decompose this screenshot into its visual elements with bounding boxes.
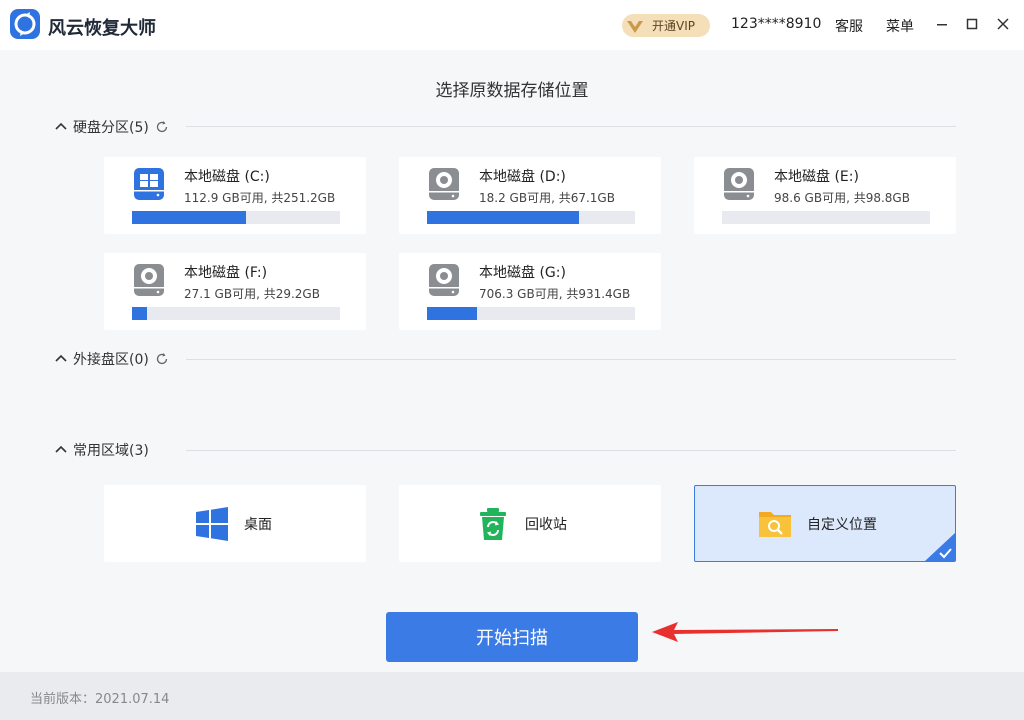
section-header-external[interactable]: 外接盘区(0) xyxy=(54,349,169,369)
drive-usage-bar xyxy=(132,211,340,224)
drive-usage-bar xyxy=(427,307,635,320)
main-content: 选择原数据存储位置 硬盘分区(5) 本地磁盘 (C:) 112.9 GB可用, … xyxy=(0,50,1024,672)
start-scan-button[interactable]: 开始扫描 xyxy=(386,612,638,662)
version-label: 当前版本：2021.07.14 xyxy=(30,692,170,707)
drive-capacity: 706.3 GB可用, 共931.4GB xyxy=(479,287,631,301)
common-area-recycle-bin[interactable]: 回收站 xyxy=(399,485,661,562)
drive-card-g[interactable]: 本地磁盘 (G:) 706.3 GB可用, 共931.4GB xyxy=(399,253,661,330)
drive-capacity: 98.6 GB可用, 共98.8GB xyxy=(774,191,910,205)
recycle-bin-icon xyxy=(480,507,506,540)
drive-usage-fill xyxy=(132,307,147,320)
user-account[interactable]: 123****8910 xyxy=(731,16,821,32)
section-label: 外接盘区(0) xyxy=(73,352,149,368)
vip-icon xyxy=(627,20,643,33)
drive-card-e[interactable]: 本地磁盘 (E:) 98.6 GB可用, 共98.8GB xyxy=(694,157,956,234)
status-footer: 当前版本：2021.07.14 xyxy=(0,672,1024,720)
section-divider xyxy=(186,450,956,451)
drive-card-c[interactable]: 本地磁盘 (C:) 112.9 GB可用, 共251.2GB xyxy=(104,157,366,234)
drive-usage-fill xyxy=(427,211,579,224)
drive-name: 本地磁盘 (G:) xyxy=(479,265,566,281)
drive-capacity: 112.9 GB可用, 共251.2GB xyxy=(184,191,336,205)
maximize-button[interactable] xyxy=(960,12,984,36)
close-icon xyxy=(997,18,1009,30)
maximize-icon xyxy=(966,18,978,30)
minimize-icon xyxy=(937,24,947,26)
drive-name: 本地磁盘 (D:) xyxy=(479,169,566,185)
drive-usage-fill xyxy=(132,211,247,224)
hard-drive-icon xyxy=(429,264,459,296)
section-divider xyxy=(186,359,956,360)
windows-drive-icon xyxy=(134,168,164,200)
minimize-button[interactable] xyxy=(930,12,954,36)
common-area-desktop[interactable]: 桌面 xyxy=(104,485,366,562)
page-title: 选择原数据存储位置 xyxy=(435,81,589,101)
vip-button[interactable]: 开通VIP xyxy=(622,14,710,37)
title-bar: 风云恢复大师 开通VIP 123****8910 客服 菜单 xyxy=(0,0,1024,50)
drive-name: 本地磁盘 (F:) xyxy=(184,265,268,281)
vip-label: 开通VIP xyxy=(652,19,695,33)
menu-link[interactable]: 菜单 xyxy=(886,16,914,36)
customer-service-link[interactable]: 客服 xyxy=(835,16,863,36)
app-title: 风云恢复大师 xyxy=(48,18,156,39)
drive-card-f[interactable]: 本地磁盘 (F:) 27.1 GB可用, 共29.2GB xyxy=(104,253,366,330)
drive-usage-bar xyxy=(427,211,635,224)
drive-capacity: 18.2 GB可用, 共67.1GB xyxy=(479,191,615,205)
drive-usage-bar xyxy=(132,307,340,320)
drive-usage-fill xyxy=(427,307,477,320)
hard-drive-icon xyxy=(429,168,459,200)
section-header-common[interactable]: 常用区域(3) xyxy=(54,440,149,460)
app-logo xyxy=(10,9,40,39)
common-area-custom-location[interactable]: 自定义位置 xyxy=(694,485,956,562)
section-label: 硬盘分区(5) xyxy=(73,120,149,136)
section-divider xyxy=(186,126,956,127)
hard-drive-icon xyxy=(134,264,164,296)
red-arrow-annotation xyxy=(652,622,838,642)
drive-usage-bar xyxy=(722,211,930,224)
drive-card-d[interactable]: 本地磁盘 (D:) 18.2 GB可用, 共67.1GB xyxy=(399,157,661,234)
drive-name: 本地磁盘 (C:) xyxy=(184,169,270,185)
chevron-up-icon xyxy=(55,354,67,362)
folder-search-icon xyxy=(759,511,791,537)
chevron-up-icon xyxy=(55,122,67,130)
windows-logo-icon xyxy=(196,506,228,541)
common-area-label: 自定义位置 xyxy=(807,516,877,533)
selected-check-icon xyxy=(925,533,955,561)
drive-capacity: 27.1 GB可用, 共29.2GB xyxy=(184,287,320,301)
drive-name: 本地磁盘 (E:) xyxy=(774,169,859,185)
refresh-icon[interactable] xyxy=(155,120,169,134)
common-area-label: 桌面 xyxy=(244,516,272,533)
common-area-label: 回收站 xyxy=(525,516,567,533)
hard-drive-icon xyxy=(724,168,754,200)
refresh-icon[interactable] xyxy=(155,352,169,366)
chevron-up-icon xyxy=(55,445,67,453)
section-header-disks[interactable]: 硬盘分区(5) xyxy=(54,117,169,137)
section-label: 常用区域(3) xyxy=(73,443,149,459)
close-button[interactable] xyxy=(991,12,1015,36)
